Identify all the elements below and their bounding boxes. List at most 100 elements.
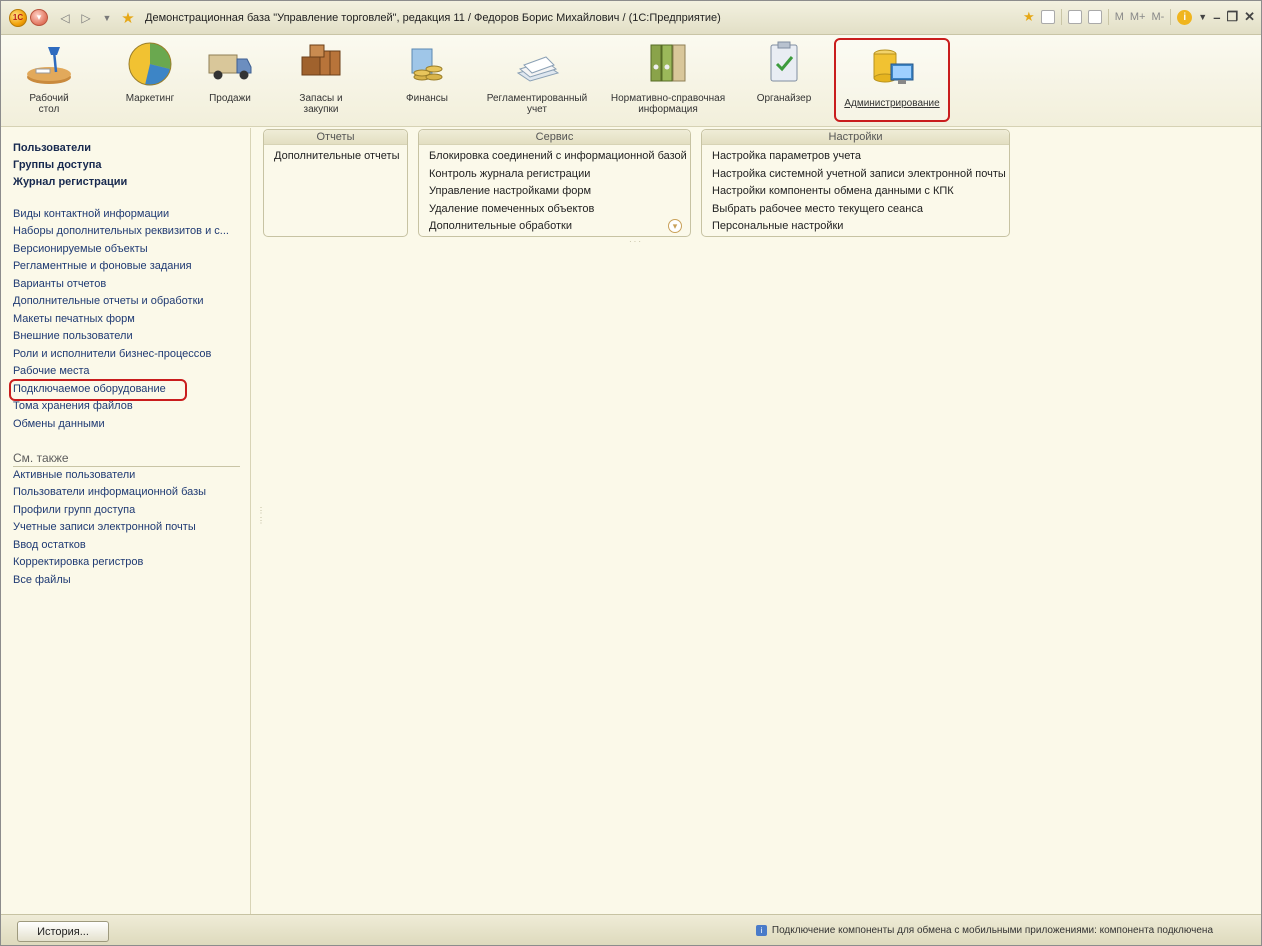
sections-panel: Рабочий стол Маркетинг Продажи Запасы и … <box>1 35 1261 127</box>
desk-lamp-icon <box>27 47 71 84</box>
cmd-lock-connections[interactable]: Блокировка соединений с информационной б… <box>429 148 687 166</box>
group-service: Сервис Блокировка соединений с информаци… <box>418 129 691 237</box>
cmd-pda-exchange-settings[interactable]: Настройки компоненты обмена данными с КП… <box>712 183 999 201</box>
nav-opening-balances[interactable]: Ввод остатков <box>13 539 86 551</box>
section-label: Запасы и закупки <box>299 93 343 115</box>
database-monitor-icon <box>873 49 914 84</box>
nav-file-storage-volumes[interactable]: Тома хранения файлов <box>13 400 133 412</box>
nav-data-exchanges[interactable]: Обмены данными <box>13 418 105 430</box>
favorites-star-icon[interactable]: ★ <box>119 9 137 27</box>
separator <box>1170 9 1172 25</box>
history-button[interactable]: История... <box>17 921 109 942</box>
section-label: Финансы <box>406 93 448 104</box>
group-resize-handle[interactable]: ··· <box>629 237 643 246</box>
nav-users[interactable]: Пользователи <box>13 142 91 154</box>
nav-roles-performers[interactable]: Роли и исполнители бизнес-процессов <box>13 348 211 360</box>
nav-additional-reports[interactable]: Дополнительные отчеты и обработки <box>13 295 204 307</box>
nav-infobase-users[interactable]: Пользователи информационной базы <box>13 486 206 498</box>
nav-contact-info-kinds[interactable]: Виды контактной информации <box>13 208 169 220</box>
nav-active-users[interactable]: Активные пользователи <box>13 469 135 481</box>
cmd-personal-settings[interactable]: Персональные настройки <box>712 218 999 236</box>
status-bar: История... i Подключение компоненты для о… <box>1 914 1261 945</box>
clipboard-icon <box>770 41 798 82</box>
documents-icon <box>516 56 560 82</box>
cmd-delete-marked[interactable]: Удаление помеченных объектов <box>429 201 680 219</box>
memory-button-m-plus[interactable]: M+ <box>1130 11 1146 23</box>
group-reports: Отчеты Дополнительные отчеты <box>263 129 408 237</box>
section-label: Нормативно-справочная информация <box>610 93 726 115</box>
link-icon[interactable] <box>1040 10 1055 24</box>
nav-additional-attribute-sets[interactable]: Наборы дополнительных реквизитов и с... <box>13 225 229 237</box>
group-items: Дополнительные отчеты <box>264 145 407 166</box>
status-info-icon: i <box>755 925 767 936</box>
left-navigation: Пользователи Группы доступа Журнал регис… <box>1 128 251 916</box>
separator <box>1060 9 1062 25</box>
section-label: Органайзер <box>756 93 812 104</box>
expand-more-icon[interactable]: ▾ <box>668 219 682 233</box>
title-bar-tools: ★ M M+ M- i ▼ – ❐ ✕ <box>1023 9 1255 25</box>
status-message: i Подключение компоненты для обмена с моб… <box>755 925 1213 936</box>
calculator-icon[interactable] <box>1067 10 1082 24</box>
section-label: Рабочий стол <box>29 93 69 115</box>
boxes-icon <box>301 44 341 76</box>
group-items: Блокировка соединений с информационной б… <box>419 145 690 236</box>
cmd-additional-reports[interactable]: Дополнительные отчеты <box>274 148 399 166</box>
highlight-connected-equipment <box>9 379 187 401</box>
nav-versioned-objects[interactable]: Версионируемые объекты <box>13 243 148 255</box>
restore-icon[interactable]: ❐ <box>1226 9 1238 25</box>
section-finance[interactable]: Финансы <box>403 35 451 127</box>
nav-scheduled-jobs[interactable]: Регламентные и фоновые задания <box>13 260 192 272</box>
group-settings: Настройки Настройка параметров учета Нас… <box>701 129 1010 237</box>
section-label: Маркетинг <box>125 93 175 104</box>
cmd-system-email-account[interactable]: Настройка системной учетной записи элект… <box>712 166 1006 184</box>
truck-icon <box>208 54 252 80</box>
nav-event-log[interactable]: Журнал регистрации <box>13 176 127 188</box>
minimize-icon[interactable]: – <box>1213 10 1220 25</box>
splitter-handle[interactable]: ⋮ ⋮ <box>257 506 265 526</box>
main-menu-button[interactable]: ▾ <box>30 9 48 26</box>
section-organizer[interactable]: Органайзер <box>750 35 818 127</box>
nav-external-users[interactable]: Внешние пользователи <box>13 330 133 342</box>
section-reference[interactable]: Нормативно-справочная информация <box>607 35 729 127</box>
cmd-event-log-control[interactable]: Контроль журнала регистрации <box>429 166 680 184</box>
memory-button-m[interactable]: M <box>1115 11 1124 23</box>
back-arrow-icon[interactable]: ◁ <box>56 9 74 27</box>
section-stock[interactable]: Запасы и закупки <box>296 35 346 127</box>
coins-icon <box>411 48 443 81</box>
nav-print-form-templates[interactable]: Макеты печатных форм <box>13 313 135 325</box>
binders-icon <box>650 44 686 82</box>
section-label: Регламентированный учет <box>486 93 588 115</box>
nav-access-groups[interactable]: Группы доступа <box>13 159 101 171</box>
nav-report-variants[interactable]: Варианты отчетов <box>13 278 106 290</box>
group-title: Настройки <box>702 130 1009 145</box>
add-favorite-icon[interactable]: ★ <box>1023 9 1035 25</box>
section-regulated[interactable]: Регламентированный учет <box>481 35 593 127</box>
nav-access-group-profiles[interactable]: Профили групп доступа <box>13 504 135 516</box>
calendar-icon[interactable] <box>1087 10 1102 24</box>
cmd-additional-processing[interactable]: Дополнительные обработки <box>429 218 680 236</box>
cmd-accounting-parameters[interactable]: Настройка параметров учета <box>712 148 999 166</box>
group-title: Отчеты <box>264 130 407 145</box>
group-title: Сервис <box>419 130 690 145</box>
window-title: Демонстрационная база "Управление торгов… <box>145 11 721 24</box>
section-sales[interactable]: Продажи <box>204 35 256 127</box>
cmd-select-workplace[interactable]: Выбрать рабочее место текущего сеанса <box>712 201 999 219</box>
section-marketing[interactable]: Маркетинг <box>119 35 181 127</box>
nav-register-adjustments[interactable]: Корректировка регистров <box>13 556 143 568</box>
memory-button-m-minus[interactable]: M- <box>1151 11 1164 23</box>
pie-chart-icon <box>128 42 172 86</box>
cmd-form-settings[interactable]: Управление настройками форм <box>429 183 680 201</box>
nav-email-accounts[interactable]: Учетные записи электронной почты <box>13 521 196 533</box>
status-message-text: Подключение компоненты для обмена с моби… <box>771 925 1213 936</box>
info-dropdown-icon[interactable]: ▼ <box>1198 12 1207 22</box>
nav-workplaces[interactable]: Рабочие места <box>13 365 90 377</box>
forward-arrow-icon[interactable]: ▷ <box>77 9 95 27</box>
section-label: Продажи <box>209 93 251 104</box>
close-icon[interactable]: ✕ <box>1244 9 1255 25</box>
section-admin[interactable]: Администрирование <box>834 38 950 122</box>
1c-logo-icon[interactable]: 1С <box>9 8 27 27</box>
history-dropdown-icon[interactable]: ▼ <box>98 9 116 27</box>
info-icon[interactable]: i <box>1177 9 1193 25</box>
nav-all-files[interactable]: Все файлы <box>13 574 71 586</box>
section-desktop[interactable]: Рабочий стол <box>23 35 75 127</box>
